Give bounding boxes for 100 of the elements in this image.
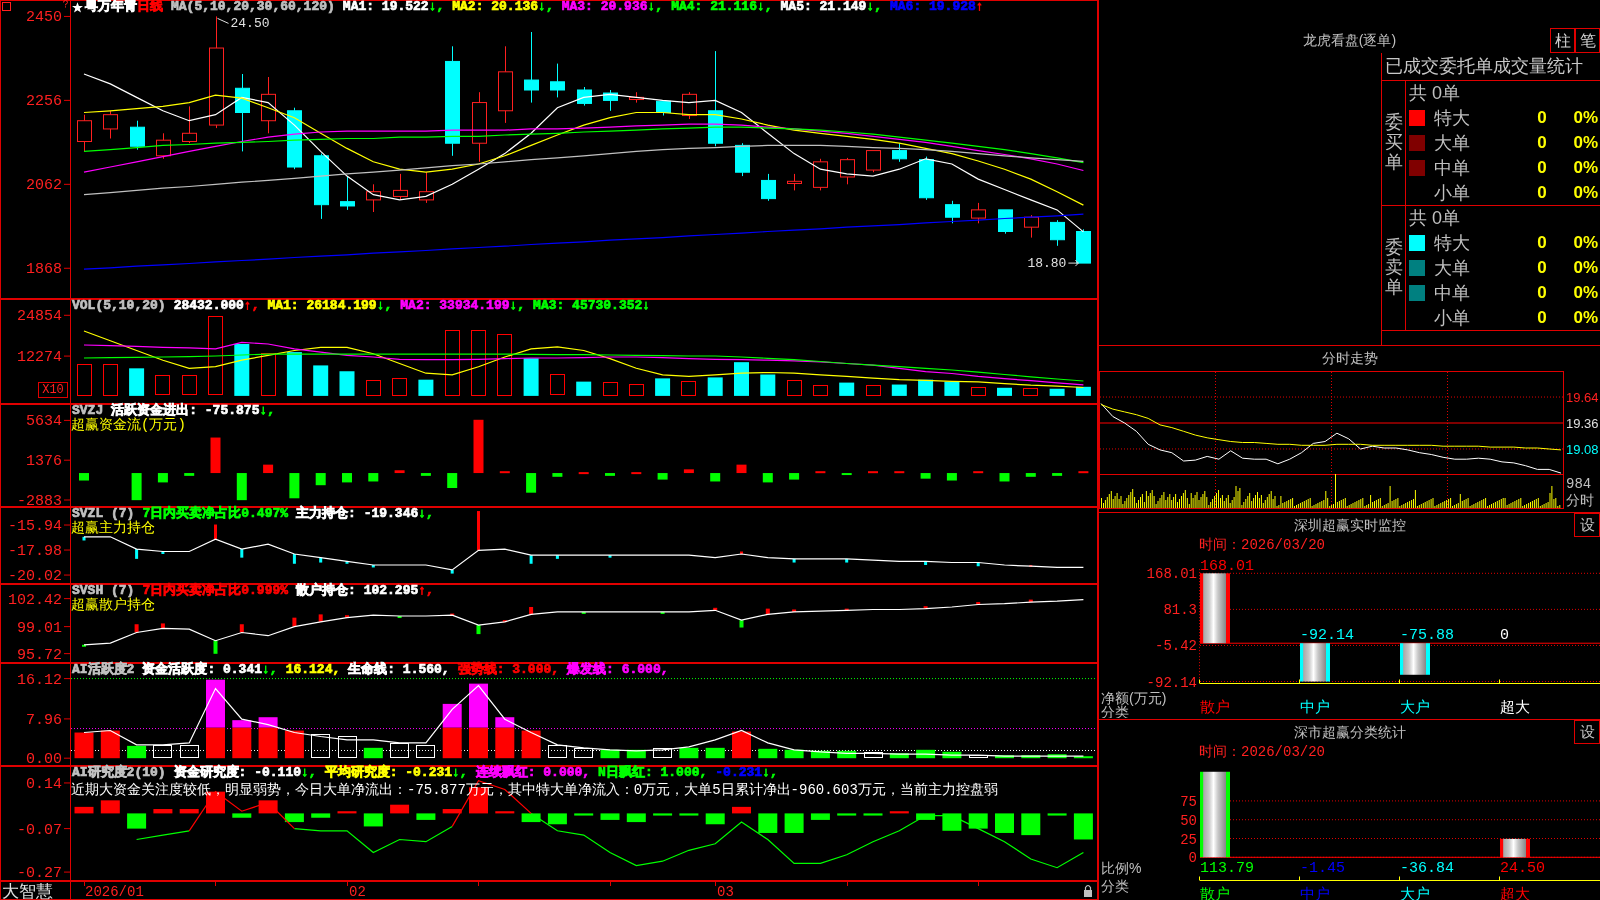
axis-tick-label: -15.94	[8, 518, 62, 535]
legend-label: MA2: 20.136	[452, 0, 539, 14]
legend-label: ↑	[975, 0, 984, 14]
order-count: 0	[1536, 307, 1548, 328]
order-percent: 0%	[1572, 232, 1599, 253]
order-size-label: 小单	[1433, 181, 1471, 205]
axis-tick-label: 25	[1180, 831, 1197, 848]
axis-title: 比例%	[1101, 860, 1142, 876]
legend-label: ↓,	[418, 507, 434, 521]
indicator-title: 超赢资金流(万元)	[71, 418, 186, 433]
axis-tick-label: 75	[1180, 793, 1197, 810]
legend-label: 资金研究度: -0.110	[173, 766, 302, 780]
legend-label: MA1: 26184.199	[267, 299, 377, 313]
legend-label: MA2: 33934.199	[400, 299, 510, 313]
legend-label: 连续飘红: 0.000,	[475, 766, 591, 780]
order-percent: 0%	[1572, 307, 1599, 328]
order-percent: 0%	[1572, 132, 1599, 153]
category-label: 中户	[1300, 698, 1330, 715]
legend-label: MA4: 21.116↓,	[671, 0, 773, 14]
axis-tick-label: 984	[1566, 476, 1592, 492]
axis-tick-label: 19.08	[1566, 441, 1599, 457]
group-label: 委卖单	[1384, 238, 1403, 298]
legend-label: MA5: 21.149	[780, 0, 867, 14]
legend-label: MA3: 20.936	[561, 0, 648, 14]
group-label: 委买单	[1384, 113, 1403, 173]
order-count: 0	[1536, 132, 1548, 153]
legend-label: ↓,	[301, 766, 317, 780]
axis-tick-label: 12274	[17, 349, 62, 367]
indicator-title: 超赢主力持仓	[71, 521, 155, 536]
panel-title: 深圳超赢实时监控	[1293, 516, 1406, 534]
axis-tick-label: -0.27	[17, 865, 62, 881]
axis-tick-label: 99.01	[17, 619, 62, 637]
axis-tick-label: 0.14	[26, 775, 62, 793]
axis-tick-label: 16.12	[17, 671, 62, 689]
order-percent: 0%	[1572, 182, 1599, 203]
legend-label: ↓,	[262, 663, 278, 677]
time-label: 时间：2026/03/20	[1199, 744, 1325, 760]
legend-label: SVSH (7)	[72, 584, 135, 598]
legend-label: ↓,	[452, 766, 468, 780]
legend-label: MA3: 45730.352↓	[533, 299, 651, 313]
axis-tick-label: -2883	[17, 493, 62, 507]
legend-label: ↓,	[259, 404, 276, 418]
axis-title: 分类	[1101, 704, 1129, 718]
order-percent: 0%	[1572, 282, 1599, 303]
indicator-title: 超赢散户持仓	[71, 598, 155, 613]
order-percent: 0%	[1572, 107, 1599, 128]
axis-tick-label: 95.72	[17, 646, 62, 663]
value-label: -1.45	[1300, 860, 1345, 877]
order-count: 0	[1536, 157, 1548, 178]
axis-tick-label: 5634	[26, 413, 62, 431]
order-size-label: 大单	[1433, 256, 1471, 280]
order-percent: 0%	[1572, 257, 1599, 278]
legend-label: ↓,	[647, 0, 664, 14]
category-label: 超大	[1500, 698, 1530, 715]
legend-label: SVZJ	[72, 404, 104, 418]
time-label: 时间：2026/03/20	[1199, 537, 1325, 553]
legend-label: AI研究度2(10)	[72, 766, 166, 780]
axis-tick-label: 2450	[26, 9, 62, 27]
axis-tick-label: 81.3	[1163, 602, 1197, 619]
axis-tick-label: 7.96	[26, 711, 62, 729]
order-size-label: 大单	[1433, 131, 1471, 155]
legend-label: ↓,	[509, 299, 526, 313]
order-count: 0	[1536, 282, 1548, 303]
legend-label: 资金活跃度: 0.341	[142, 663, 262, 677]
legend-label: 生命线: 1.560,	[348, 663, 450, 677]
legend-label: ↓,	[866, 0, 882, 14]
table-title: 已成交委托单成交量统计	[1382, 53, 1600, 81]
order-count: 0	[1536, 107, 1548, 128]
app-name-label: 大智慧	[2, 883, 53, 900]
axis-tick-label: 102.42	[8, 591, 62, 609]
value-label: 24.50	[1500, 860, 1545, 877]
value-label: -75.88	[1400, 627, 1454, 645]
legend-label: ↓,	[428, 0, 445, 14]
category-label: 大户	[1400, 698, 1430, 715]
order-size-label: 特大	[1433, 106, 1471, 130]
legend-label: VOL(5,10,20)	[72, 299, 166, 313]
order-count: 0	[1536, 257, 1548, 278]
panel-title: 龙虎看盘(逐单)	[1302, 32, 1397, 50]
axis-tick-label: 2256	[26, 93, 62, 111]
legend-label: ↑,	[243, 299, 260, 313]
legend-label: ↓,	[376, 299, 393, 313]
order-percent: 0%	[1572, 157, 1599, 178]
category-label: 散户	[1200, 698, 1230, 715]
date-axis-label: 02	[349, 884, 366, 900]
legend-label: MA(5,10,20,30,60,120)	[171, 0, 335, 14]
order-size-label: 中单	[1433, 156, 1471, 180]
axis-tick-label: 24854	[17, 308, 62, 326]
legend-label: ↓,	[762, 766, 778, 780]
axis-tick-label: 2062	[26, 177, 62, 195]
order-size-label: 小单	[1433, 306, 1471, 330]
legend-label: -0.231	[715, 766, 763, 780]
legend-label: MA6: 19.928	[890, 0, 976, 14]
legend-label: 主力持仓: -19.346	[296, 507, 419, 521]
unit-label: X10	[38, 382, 68, 398]
legend-label: N日飘红: 1.000,	[598, 766, 708, 780]
axis-tick-label: 0	[1188, 850, 1197, 867]
legend-label: ↑,	[418, 584, 434, 598]
legend-label: 平均研究度: -0.231	[324, 766, 453, 780]
legend-label: SVZL (7)	[72, 507, 135, 521]
order-total: 共 0单	[1408, 82, 1461, 105]
